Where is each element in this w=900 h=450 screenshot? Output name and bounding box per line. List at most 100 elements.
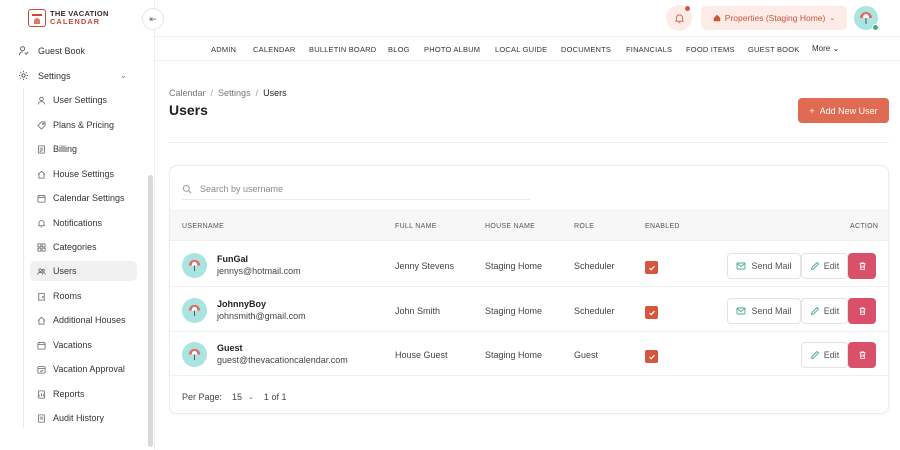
enabled-checkbox[interactable] [645,350,658,363]
tag-icon [37,120,46,130]
delete-button[interactable] [848,298,876,324]
column-header-username[interactable]: USERNAME [182,223,224,230]
edit-button[interactable]: Edit [801,253,848,279]
mail-icon [736,306,746,316]
house-icon [37,170,46,179]
menu-item-calendar[interactable]: CALENDAR [253,45,295,54]
sidebar-item-calendar-settings[interactable]: Calendar Settings [30,188,137,208]
sidebar-item-vacations[interactable]: Vacations [30,335,137,355]
umbrella-icon [860,12,872,24]
sidebar-item-settings[interactable]: Settings [18,70,71,81]
username: Guest [217,343,243,353]
house-name: Staging Home [485,261,543,271]
sidebar-item-label: Audit History [53,413,105,423]
breadcrumb: Calendar / Settings / Users [169,88,287,98]
search-input[interactable] [200,183,500,194]
menu-item-local-guide[interactable]: LOCAL GUIDE [495,45,547,54]
sidebar-scrollbar[interactable] [148,175,153,447]
user-email: johnsmith@gmail.com [217,311,306,321]
sidebar-item-additional-houses[interactable]: Additional Houses [30,310,137,330]
chevron-down-icon: ⌄ [832,44,840,53]
menu-item-blog[interactable]: BLOG [388,45,410,54]
calendar-icon [37,341,46,350]
menu-item-bulletin-board[interactable]: BULLETIN BOARD [309,45,376,54]
chevron-down-icon[interactable]: ⌄ [120,71,127,80]
of-label: of [271,392,279,402]
umbrella-icon [188,259,201,272]
divider [169,142,889,143]
sidebar-item-house-settings[interactable]: House Settings [30,164,137,184]
sidebar-item-audit-history[interactable]: Audit History [30,408,137,428]
current-page: 1 [263,392,269,402]
delete-button[interactable] [848,253,876,279]
notifications-button[interactable] [666,5,692,31]
edit-button[interactable]: Edit [801,342,848,368]
mail-icon [736,261,746,271]
check-icon [648,310,655,316]
sidebar-item-label: Users [53,266,77,276]
sidebar-item-billing[interactable]: Billing [30,139,137,159]
sidebar-item-label: Vacation Approval [53,364,125,374]
username: JohnnyBoy [217,299,267,309]
bell-icon [674,13,684,23]
sidebar-item-rooms[interactable]: Rooms [30,286,137,306]
menu-item-admin[interactable]: ADMIN [211,45,236,54]
property-selector-label: Properties (Staging Home) [724,13,826,23]
table-row: Guest guest@thevacationcalendar.com Hous… [170,332,888,376]
collapse-sidebar-button[interactable]: ⇤ [142,8,164,30]
column-header-full-name[interactable]: FULL NAME [395,223,437,230]
sidebar-item-label: Notifications [53,218,103,228]
edit-button[interactable]: Edit [801,298,848,324]
delete-button[interactable] [848,342,876,368]
per-page-select[interactable]: 15 ⌄ [232,392,254,402]
breadcrumb-users: Users [263,88,287,98]
sidebar-item-user-settings[interactable]: User Settings [30,90,137,110]
menu-more[interactable]: More ⌄ [812,44,839,53]
send-mail-button[interactable]: Send Mail [727,253,801,279]
plus-icon: + [809,105,815,116]
user-email: guest@thevacationcalendar.com [217,355,348,365]
enabled-checkbox[interactable] [645,306,658,319]
menu-item-financials[interactable]: FINANCIALS [626,45,672,54]
sidebar-item-label: Billing [53,144,78,154]
breadcrumb-calendar[interactable]: Calendar [169,88,206,98]
search-bar [182,178,530,200]
sidebar-item-label: Plans & Pricing [53,120,115,130]
sidebar-item-plans-pricing[interactable]: Plans & Pricing [30,115,137,135]
column-header-enabled[interactable]: ENABLED [645,223,680,230]
sidebar-item-notifications[interactable]: Notifications [30,213,137,233]
enabled-checkbox[interactable] [645,261,658,274]
check-calendar-icon [37,365,46,374]
notification-badge [685,6,690,11]
menu-item-photo-album[interactable]: PHOTO ALBUM [424,45,480,54]
guest-book-icon [18,45,29,56]
total-pages: 1 [281,392,287,402]
menu-item-documents[interactable]: DOCUMENTS [561,45,611,54]
users-icon [37,267,46,276]
report-icon [37,389,46,399]
property-selector[interactable]: Properties (Staging Home) ⌄ [701,6,847,30]
pagination: Per Page: 15 ⌄ 1 of 1 [182,392,287,402]
house-name: Staging Home [485,350,543,360]
sidebar-item-reports[interactable]: Reports [30,384,137,404]
column-header-house-name[interactable]: HOUSE NAME [485,223,535,230]
pencil-icon [810,306,820,316]
subnav-line [23,88,24,428]
sidebar-item-vacation-approval[interactable]: Vacation Approval [30,359,137,379]
column-header-role[interactable]: ROLE [574,223,594,230]
send-mail-button[interactable]: Send Mail [727,298,801,324]
sidebar-item-users[interactable]: Users [30,261,137,281]
sidebar-item-label: Vacations [53,340,92,350]
sidebar-item-categories[interactable]: Categories [30,237,137,257]
brand-logo[interactable]: THE VACATION CALENDAR [28,7,120,29]
sidebar-item-guest-book[interactable]: Guest Book [18,45,85,56]
menu-item-guest-book[interactable]: GUEST BOOK [748,45,799,54]
full-name: Jenny Stevens [395,261,455,271]
user-avatar [182,298,207,323]
column-header-action: ACTION [850,223,879,230]
add-new-user-button[interactable]: + Add New User [798,98,889,123]
user-avatar[interactable] [854,6,879,31]
grid-icon [37,242,46,252]
menu-item-food-items[interactable]: FOOD ITEMS [686,45,735,54]
breadcrumb-settings[interactable]: Settings [218,88,251,98]
